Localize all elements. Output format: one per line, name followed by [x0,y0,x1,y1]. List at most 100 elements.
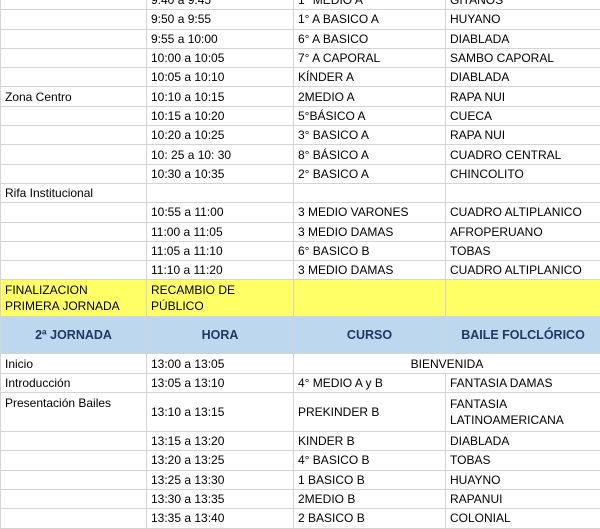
cell-course[interactable]: 3 MEDIO DAMAS [294,261,446,280]
cell-dance[interactable]: GITANOS [446,0,600,10]
cell-time[interactable]: 10:20 a 10:25 [147,126,294,145]
cell-course[interactable]: 4° MEDIO A y B [294,373,446,392]
cell-course[interactable]: 6° BASICO B [294,241,446,260]
cell-time[interactable]: 13:25 a 13:30 [147,470,294,489]
cell-time[interactable]: 11:05 a 11:10 [147,241,294,260]
cell-time[interactable]: 10:10 a 10:15 [147,87,294,106]
cell-activity[interactable]: Rifa Institucional [1,183,147,202]
cell-activity[interactable]: Presentación Bailes [1,393,147,432]
cell-time[interactable]: 13:10 a 13:15 [147,393,294,432]
cell-course[interactable]: KINDER B [294,432,446,451]
cell-time[interactable]: 10:05 a 10:10 [147,68,294,87]
cell-course[interactable]: 2° BASICO A [294,164,446,183]
cell-activity[interactable] [1,451,147,470]
cell-course[interactable]: 2 BASICO B [294,509,446,528]
cell-course[interactable]: 3° BASICO A [294,126,446,145]
cell-dance[interactable]: HUYANO [446,10,600,29]
cell-time[interactable]: 11:10 a 11:20 [147,261,294,280]
cell-activity[interactable] [1,164,147,183]
cell-course[interactable]: 5°BÁSICO A [294,106,446,125]
cell-time[interactable]: 13:00 a 13:05 [147,354,294,373]
cell-activity[interactable] [1,48,147,67]
cell-activity[interactable] [1,222,147,241]
cell-course[interactable]: 1° A BASICO A [294,10,446,29]
cell-activity[interactable]: Inicio [1,354,147,373]
cell-course[interactable]: 2MEDIO A [294,87,446,106]
table-row: 10:05 a 10:10KÍNDER ADIABLADA [1,68,600,87]
cell-time[interactable]: 10:15 a 10:20 [147,106,294,125]
cell-time[interactable]: 10: 25 a 10: 30 [147,145,294,164]
cell-time[interactable]: 10:55 a 11:00 [147,203,294,222]
cell-course[interactable]: 1 BASICO B [294,470,446,489]
cell-time[interactable] [147,183,294,202]
cell-dance[interactable] [446,280,600,317]
cell-course[interactable]: KÍNDER A [294,68,446,87]
cell-activity[interactable] [1,0,147,10]
header-hora[interactable]: HORA [147,317,294,354]
cell-time[interactable]: 9:55 a 10:00 [147,29,294,48]
cell-dance[interactable]: DIABLADA [446,29,600,48]
header-curso[interactable]: CURSO [294,317,446,354]
cell-dance[interactable]: CHINCOLITO [446,164,600,183]
cell-time[interactable]: 13:30 a 13:35 [147,489,294,508]
cell-dance[interactable]: FANTASIA DAMAS [446,373,600,392]
cell-dance[interactable]: RAPANUI [446,489,600,508]
cell-activity[interactable] [1,261,147,280]
cell-time[interactable]: 13:35 a 13:40 [147,509,294,528]
cell-course[interactable]: 3 MEDIO VARONES [294,203,446,222]
cell-time[interactable]: 9:50 a 9:55 [147,10,294,29]
cell-course[interactable]: 2MEDIO B [294,489,446,508]
cell-dance[interactable]: HUAYNO [446,470,600,489]
cell-dance[interactable]: TOBAS [446,241,600,260]
cell-time[interactable]: 10:30 a 10:35 [147,164,294,183]
cell-activity[interactable] [1,106,147,125]
cell-course[interactable]: 8° BÁSICO A [294,145,446,164]
cell-activity[interactable] [1,203,147,222]
cell-dance[interactable]: RAPA NUI [446,126,600,145]
cell-time[interactable]: 11:00 a 11:05 [147,222,294,241]
cell-course[interactable]: 7° A CAPORAL [294,48,446,67]
cell-course[interactable]: 4° BASICO B [294,451,446,470]
cell-dance[interactable]: DIABLADA [446,432,600,451]
cell-time[interactable]: 13:15 a 13:20 [147,432,294,451]
cell-activity[interactable] [1,145,147,164]
cell-activity[interactable] [1,29,147,48]
cell-dance[interactable]: CUADRO ALTIPLANICO [446,261,600,280]
cell-dance[interactable]: DIABLADA [446,68,600,87]
cell-dance[interactable]: AFROPERUANO [446,222,600,241]
cell-activity[interactable]: Introducción [1,373,147,392]
cell-dance[interactable]: CUECA [446,106,600,125]
cell-time[interactable]: 9:40 a 9:45 [147,0,294,10]
cell-activity[interactable] [1,10,147,29]
cell-time[interactable]: 13:05 a 13:10 [147,373,294,392]
cell-activity[interactable] [1,470,147,489]
header-baile[interactable]: BAILE FOLCLÓRICO [446,317,600,354]
header-jornada[interactable]: 2ª JORNADA [1,317,147,354]
cell-activity[interactable] [1,489,147,508]
cell-course[interactable] [294,280,446,317]
cell-time[interactable]: RECAMBIO DE PÚBLICO [147,280,294,317]
cell-time[interactable]: 10:00 a 10:05 [147,48,294,67]
cell-course[interactable] [294,183,446,202]
cell-activity[interactable] [1,241,147,260]
cell-dance[interactable]: TOBAS [446,451,600,470]
cell-course[interactable]: 1° MEDIO A [294,0,446,10]
cell-dance[interactable]: FANTASIA LATINOAMERICANA [446,393,600,432]
cell-dance[interactable]: COLONIAL [446,509,600,528]
cell-merged[interactable]: BIENVENIDA [294,354,600,373]
cell-activity[interactable]: Zona Centro [1,87,147,106]
cell-course[interactable]: PREKINDER B [294,393,446,432]
cell-activity[interactable] [1,432,147,451]
cell-dance[interactable]: CUADRO CENTRAL [446,145,600,164]
cell-activity[interactable] [1,126,147,145]
cell-course[interactable]: 3 MEDIO DAMAS [294,222,446,241]
cell-activity[interactable] [1,68,147,87]
cell-dance[interactable]: RAPA NUI [446,87,600,106]
cell-dance[interactable]: CUADRO ALTIPLANICO [446,203,600,222]
cell-time[interactable]: 13:20 a 13:25 [147,451,294,470]
cell-activity[interactable]: FINALIZACION PRIMERA JORNADA [1,280,147,317]
cell-course[interactable]: 6° A BASICO [294,29,446,48]
cell-activity[interactable] [1,509,147,528]
cell-dance[interactable] [446,183,600,202]
cell-dance[interactable]: SAMBO CAPORAL [446,48,600,67]
